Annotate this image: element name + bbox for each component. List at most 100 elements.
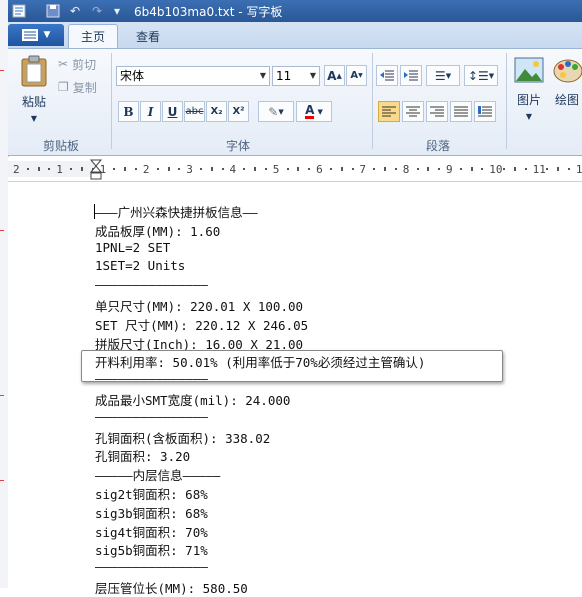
- tab-home[interactable]: 主页: [68, 24, 118, 48]
- grow-font-button[interactable]: A ▲: [324, 65, 345, 86]
- quick-access-menu-icon[interactable]: ▾: [110, 3, 124, 18]
- indent-marker-icon[interactable]: [90, 159, 102, 181]
- ruler-number: 6: [316, 163, 323, 176]
- list-icon: ☰: [434, 68, 446, 83]
- document-line: 1PNL=2 SET: [95, 239, 171, 255]
- ribbon: 粘贴 ▼ ✂ 剪切 ❐ 复制 剪贴板 宋体 ▼ 11 ▼ A ▲ A ▼ B I U…: [8, 48, 582, 156]
- undo-icon[interactable]: ↶: [66, 3, 84, 18]
- ruler-tick: [503, 168, 506, 170]
- picture-icon: [514, 57, 544, 83]
- ruler-tick: [254, 167, 257, 171]
- ruler-tick: [568, 168, 571, 170]
- paint-label: 绘图: [554, 93, 579, 107]
- align-center-button[interactable]: [402, 101, 424, 122]
- tab-view[interactable]: 查看: [122, 24, 174, 48]
- font-group-label: 字体: [225, 139, 250, 153]
- italic-button[interactable]: I: [140, 101, 161, 122]
- shrink-font-button[interactable]: A ▼: [346, 65, 367, 86]
- ruler-tick: [178, 168, 181, 170]
- bold-button[interactable]: B: [118, 101, 139, 122]
- divider: [372, 53, 373, 149]
- font-size-combo[interactable]: 11 ▼: [272, 66, 320, 86]
- superscript-button[interactable]: X²: [228, 101, 249, 122]
- ruler-tick: [80, 167, 83, 171]
- cut-label: 剪切: [72, 57, 97, 72]
- ruler-tick: [340, 167, 343, 171]
- ruler-number: 1: [56, 163, 63, 176]
- justify-icon: [454, 106, 468, 116]
- ruler-tick: [26, 168, 29, 170]
- align-left-button[interactable]: [378, 101, 400, 122]
- ruler-tick: [524, 168, 527, 170]
- ruler-number: 5: [272, 163, 280, 176]
- ruler-tick: [48, 168, 51, 170]
- underline-button[interactable]: U: [162, 101, 183, 122]
- justify-button[interactable]: [450, 101, 472, 122]
- paint-drawing-button[interactable]: 绘图: [552, 57, 582, 125]
- paste-button[interactable]: 粘贴 ▼: [14, 53, 54, 127]
- subscript-button[interactable]: X₂: [206, 101, 227, 122]
- align-center-icon: [406, 106, 420, 116]
- ruler-number: 4: [229, 163, 237, 176]
- document-line: ———————————————: [95, 408, 208, 424]
- copy-icon: ❐: [58, 80, 69, 94]
- font-color-icon: A: [305, 103, 315, 119]
- highlight-box: [81, 350, 503, 382]
- increase-indent-button[interactable]: [400, 65, 422, 86]
- strikethrough-button[interactable]: abc: [184, 101, 205, 122]
- align-right-icon: [430, 106, 444, 116]
- picture-label: 图片: [516, 93, 541, 107]
- ruler[interactable]: 21123456789101112: [8, 157, 582, 182]
- ruler-tick: [70, 168, 73, 170]
- cut-button[interactable]: ✂ 剪切: [58, 55, 96, 73]
- chevron-down-icon: ▼: [278, 107, 284, 116]
- document-line: ———————————————: [95, 559, 208, 575]
- ruler-tick: [470, 167, 473, 171]
- app-icon[interactable]: [11, 3, 27, 18]
- line-spacing-button[interactable]: ↕☰ ▼: [464, 65, 498, 86]
- ruler-tick: [286, 168, 289, 170]
- ruler-number: 9: [446, 163, 453, 176]
- chevron-down-icon: ▼: [445, 71, 452, 80]
- document-area[interactable]: ———广州兴森快捷拼板信息—— 成品板厚(MM): 1.60 1PNL=2 SET 1…: [8, 182, 582, 596]
- ruler-tick: [438, 168, 441, 170]
- redo-icon[interactable]: ↷: [88, 3, 106, 18]
- ruler-tick: [135, 168, 138, 170]
- ruler-tick: [200, 168, 203, 170]
- title-bar: ↶ ↷ ▾ 6b4b103ma0.txt - 写字板: [8, 0, 582, 22]
- decrease-indent-icon: [380, 70, 394, 80]
- divider: [506, 53, 507, 149]
- chevron-down-icon: ▼: [309, 71, 316, 80]
- ruler-number: 3: [186, 163, 193, 176]
- align-right-button[interactable]: [426, 101, 448, 122]
- ruler-tick: [481, 168, 484, 170]
- ruler-tick: [113, 168, 116, 170]
- text-color-button[interactable]: A ▼: [296, 101, 332, 122]
- clipboard-icon: [21, 55, 47, 87]
- ruler-number: 2: [142, 163, 150, 176]
- font-family-combo[interactable]: 宋体 ▼: [116, 66, 270, 86]
- paragraph-settings-button[interactable]: [474, 101, 496, 122]
- document-line: 成品板厚(MM): 1.60: [95, 223, 221, 239]
- copy-button[interactable]: ❐ 复制: [58, 78, 97, 96]
- save-icon[interactable]: [44, 3, 62, 18]
- document-line: sig3b铜面积: 68%: [95, 505, 208, 521]
- document-line: 成品最小SMT宽度(mil): 24.000: [95, 393, 291, 408]
- ruler-tick: [308, 168, 311, 170]
- picture-button[interactable]: 图片 ▼: [510, 57, 548, 125]
- document-line: —————内层信息—————: [95, 468, 221, 484]
- bullet-list-button[interactable]: ☰ ▼: [426, 65, 460, 86]
- chevron-down-icon: ▼: [30, 114, 38, 123]
- ruler-tick: [416, 168, 419, 170]
- chevron-down-icon: ▼: [488, 71, 495, 80]
- line-spacing-icon: ↕☰: [467, 68, 489, 83]
- font-family-value: 宋体: [120, 69, 145, 83]
- decrease-indent-button[interactable]: [376, 65, 398, 86]
- ribbon-tab-row: ▼ 主页 查看: [8, 22, 582, 48]
- ruler-number: 11: [532, 163, 546, 176]
- highlighter-icon: ✎: [268, 104, 279, 119]
- app-menu-button[interactable]: ▼: [8, 24, 64, 46]
- document-line: 1SET=2 Units: [95, 258, 186, 274]
- highlight-color-button[interactable]: ✎ ▼: [258, 101, 294, 122]
- ruler-tick: [427, 167, 430, 171]
